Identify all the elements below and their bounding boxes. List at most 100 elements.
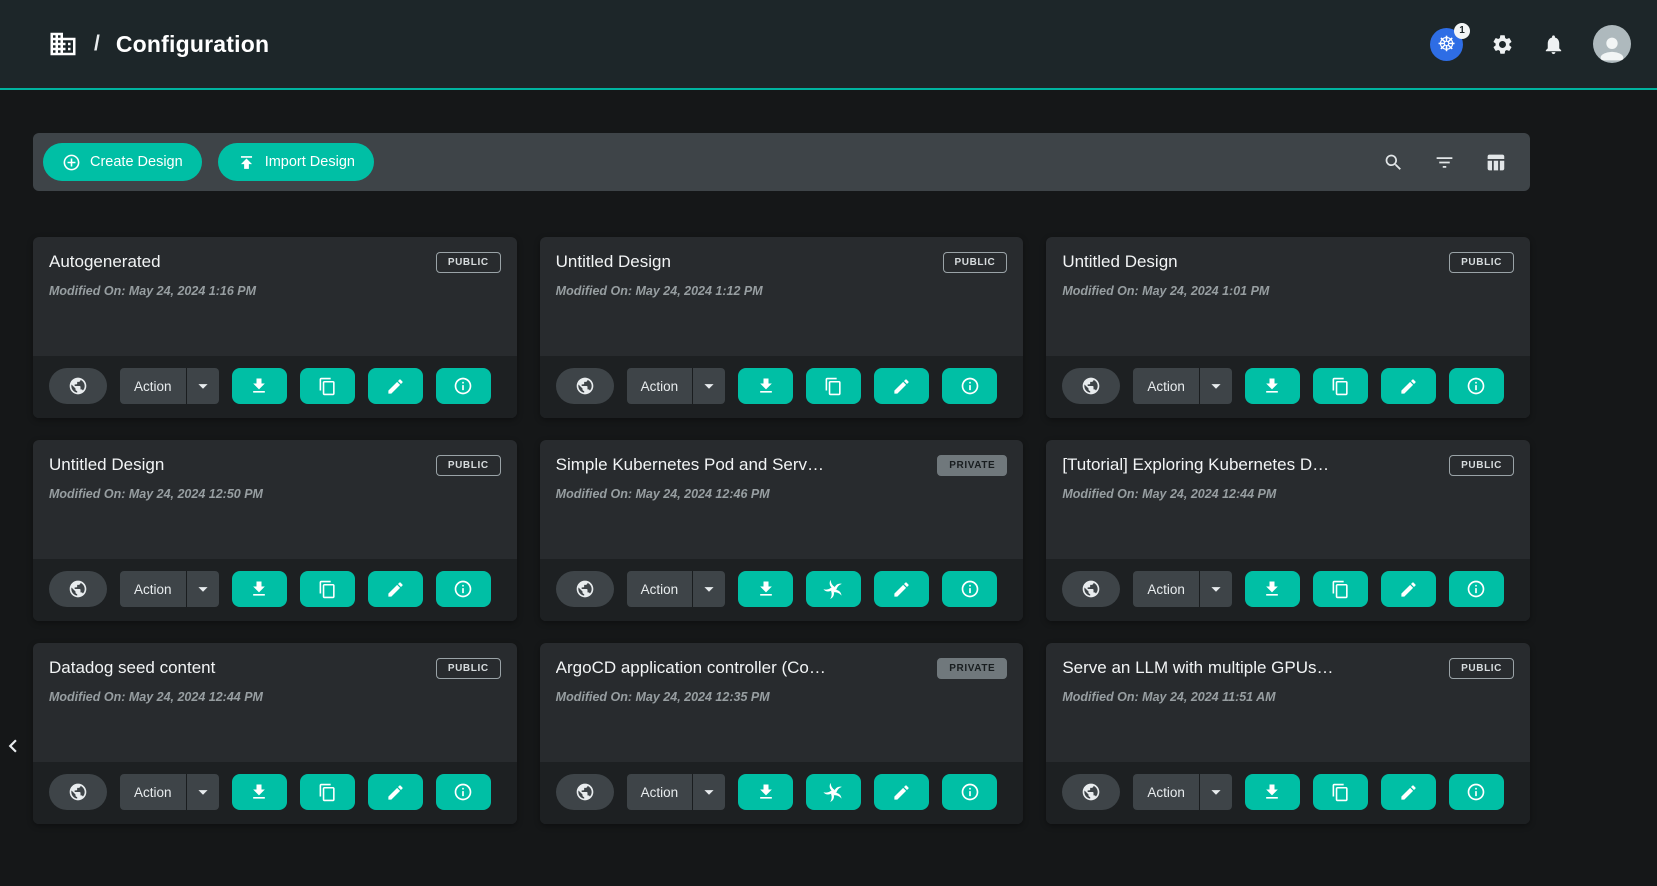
design-title: Untitled Design	[1062, 252, 1189, 272]
action-button[interactable]: Action	[1133, 571, 1200, 607]
download-button[interactable]	[232, 774, 287, 810]
action-button[interactable]: Action	[120, 571, 187, 607]
download-button[interactable]	[1245, 368, 1300, 404]
clone-button[interactable]	[1313, 571, 1368, 607]
info-button[interactable]	[436, 774, 491, 810]
info-button[interactable]	[1449, 571, 1504, 607]
design-card-grid: Autogenerated PUBLIC Modified On: May 24…	[33, 237, 1530, 824]
action-button[interactable]: Action	[1133, 774, 1200, 810]
visibility-globe-button[interactable]	[49, 774, 107, 810]
action-dropdown-toggle[interactable]	[187, 571, 219, 607]
action-dropdown-toggle[interactable]	[187, 368, 219, 404]
edit-button[interactable]	[1381, 774, 1436, 810]
info-button[interactable]	[436, 571, 491, 607]
edit-button[interactable]	[874, 571, 929, 607]
visibility-badge: PUBLIC	[1449, 455, 1514, 476]
page-title: Configuration	[116, 31, 269, 58]
action-button[interactable]: Action	[627, 774, 694, 810]
breadcrumb-separator: /	[94, 32, 100, 56]
pencil-icon	[892, 580, 911, 599]
create-design-button[interactable]: Create Design	[43, 143, 202, 181]
table-view-icon[interactable]	[1485, 152, 1506, 173]
download-button[interactable]	[738, 368, 793, 404]
visibility-globe-button[interactable]	[556, 571, 614, 607]
user-avatar[interactable]	[1593, 25, 1631, 63]
modified-on-text: Modified On: May 24, 2024 12:35 PM	[556, 690, 1008, 704]
clone-button[interactable]	[1313, 368, 1368, 404]
action-button[interactable]: Action	[1133, 368, 1200, 404]
info-button[interactable]	[942, 571, 997, 607]
search-icon[interactable]	[1383, 152, 1404, 173]
clone-button[interactable]	[806, 368, 861, 404]
info-icon	[453, 782, 473, 802]
visibility-globe-button[interactable]	[556, 774, 614, 810]
design-title: Simple Kubernetes Pod and Serv…	[556, 455, 836, 475]
open-in-designer-button[interactable]	[806, 571, 861, 607]
info-button[interactable]	[942, 774, 997, 810]
globe-icon	[68, 376, 88, 396]
action-button[interactable]: Action	[627, 368, 694, 404]
download-button[interactable]	[738, 774, 793, 810]
download-icon	[1262, 782, 1282, 802]
card-action-bar: Action	[33, 559, 517, 621]
visibility-globe-button[interactable]	[49, 571, 107, 607]
globe-icon	[1081, 579, 1101, 599]
download-button[interactable]	[232, 571, 287, 607]
download-button[interactable]	[1245, 774, 1300, 810]
info-button[interactable]	[1449, 774, 1504, 810]
action-button[interactable]: Action	[120, 368, 187, 404]
collapse-drawer-button[interactable]	[0, 733, 26, 759]
info-button[interactable]	[1449, 368, 1504, 404]
visibility-badge: PUBLIC	[1449, 658, 1514, 679]
clone-button[interactable]	[300, 571, 355, 607]
action-dropdown-toggle[interactable]	[1200, 571, 1232, 607]
open-in-designer-button[interactable]	[806, 774, 861, 810]
action-dropdown-toggle[interactable]	[693, 774, 725, 810]
filter-icon[interactable]	[1434, 152, 1455, 173]
visibility-badge: PRIVATE	[937, 658, 1007, 679]
settings-gear-icon[interactable]	[1491, 33, 1514, 56]
edit-button[interactable]	[368, 368, 423, 404]
action-dropdown-toggle[interactable]	[693, 368, 725, 404]
notifications-bell-icon[interactable]	[1542, 33, 1565, 56]
clone-button[interactable]	[300, 368, 355, 404]
globe-icon	[575, 782, 595, 802]
action-button[interactable]: Action	[627, 571, 694, 607]
edit-button[interactable]	[874, 368, 929, 404]
download-button[interactable]	[1245, 571, 1300, 607]
edit-button[interactable]	[368, 774, 423, 810]
visibility-globe-button[interactable]	[49, 368, 107, 404]
action-dropdown-toggle[interactable]	[1200, 774, 1232, 810]
visibility-globe-button[interactable]	[556, 368, 614, 404]
cluster-status-button[interactable]: ☸ 1	[1430, 28, 1463, 61]
action-split-button: Action	[1133, 571, 1232, 607]
action-dropdown-toggle[interactable]	[693, 571, 725, 607]
visibility-globe-button[interactable]	[1062, 571, 1120, 607]
info-icon	[960, 579, 980, 599]
clone-button[interactable]	[300, 774, 355, 810]
import-icon	[237, 153, 256, 172]
download-button[interactable]	[232, 368, 287, 404]
globe-icon	[575, 376, 595, 396]
globe-icon	[1081, 782, 1101, 802]
info-button[interactable]	[942, 368, 997, 404]
chevron-down-icon	[192, 375, 214, 397]
edit-button[interactable]	[1381, 368, 1436, 404]
action-dropdown-toggle[interactable]	[187, 774, 219, 810]
action-dropdown-toggle[interactable]	[1200, 368, 1232, 404]
pencil-icon	[1399, 580, 1418, 599]
import-design-button[interactable]: Import Design	[218, 143, 374, 181]
download-icon	[249, 579, 269, 599]
clone-button[interactable]	[1313, 774, 1368, 810]
card-action-bar: Action	[33, 356, 517, 418]
visibility-globe-button[interactable]	[1062, 368, 1120, 404]
edit-button[interactable]	[368, 571, 423, 607]
organization-icon[interactable]	[48, 29, 78, 59]
info-button[interactable]	[436, 368, 491, 404]
design-card: ArgoCD application controller (Co… PRIVA…	[540, 643, 1024, 824]
download-button[interactable]	[738, 571, 793, 607]
edit-button[interactable]	[1381, 571, 1436, 607]
action-button[interactable]: Action	[120, 774, 187, 810]
visibility-globe-button[interactable]	[1062, 774, 1120, 810]
edit-button[interactable]	[874, 774, 929, 810]
